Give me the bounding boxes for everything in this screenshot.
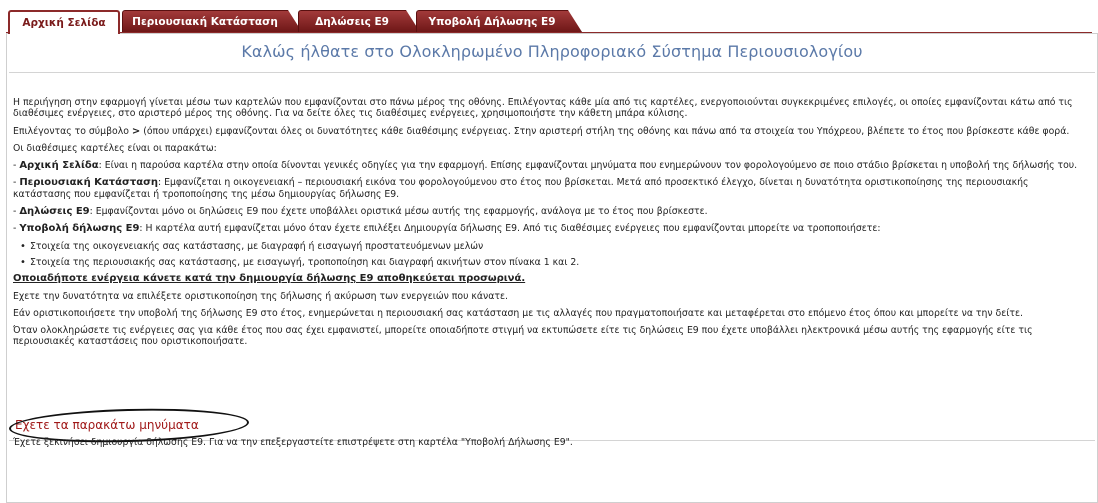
tab-home[interactable]: Αρχική Σελίδα (8, 10, 120, 34)
tab-desc-home: - Αρχική Σελίδα: Είναι η παρούσα καρτέλα… (13, 160, 1078, 172)
list-item: Στοιχεία της περιουσιακής σας κατάστασης… (20, 257, 1089, 269)
after-paragraph-3: Όταν ολοκληρώσετε τις ενέργειες σας για … (13, 325, 1033, 348)
tab-desc-declarations-name: Δηλώσεις Ε9 (19, 206, 90, 218)
tab-desc-declarations: - Δηλώσεις Ε9: Εμφανίζονται μόνο οι δηλώ… (13, 206, 708, 218)
tab-e9-declarations[interactable]: Δηλώσεις Ε9 (298, 10, 420, 32)
title-divider (9, 72, 1095, 73)
intro-paragraph-2: Επιλέγοντας το σύμβολο > (όπου υπάρχει) … (13, 126, 1089, 137)
temporary-save-warning: Οποιαδήποτε ενέργεια κάνετε κατά την δημ… (13, 273, 526, 285)
tab-desc-property: - Περιουσιακή Κατάσταση: Εμφανίζεται η ο… (13, 177, 1029, 200)
tab-desc-property-name: Περιουσιακή Κατάσταση (19, 177, 159, 189)
intro-p2-before: Επιλέγοντας το σύμβολο (13, 125, 129, 137)
tab-property-status[interactable]: Περιουσιακή Κατάσταση (122, 10, 302, 32)
list-item: Στοιχεία της οικογενειακής σας κατάσταση… (20, 241, 1089, 253)
after-paragraph-1: Εχετε την δυνατότητα να επιλέξετε οριστι… (13, 290, 508, 302)
messages-header: Εχετε τα παρακάτω μηνύματα (15, 418, 199, 432)
app-frame: Αρχική Σελίδα Περιουσιακή Κατάσταση Δηλώ… (0, 0, 1098, 503)
expand-symbol: > (131, 125, 141, 137)
tab-desc-home-name: Αρχική Σελίδα (19, 160, 99, 172)
intro-p2-after: (όπου υπάρχει) εμφανίζονται όλες οι δυνα… (143, 125, 1070, 137)
tab-bar: Αρχική Σελίδα Περιουσιακή Κατάσταση Δηλώ… (0, 0, 1098, 34)
tab-desc-submit: - Υποβολή δήλωσης Ε9: Η καρτέλα αυτή εμφ… (13, 223, 881, 235)
tab-desc-declarations-text: : Εμφανίζονται μόνο οι δηλώσεις Ε9 που έ… (89, 206, 708, 218)
intro-paragraph-1: Η περιήγηση στην εφαρμογή γίνεται μέσω τ… (13, 97, 1073, 120)
tab-desc-property-text: : Εμφανίζεται η οικογενειακή – περιουσια… (13, 177, 1029, 200)
message-text: Έχετε ξεκινήσει δημιουργία δήλωσης Ε9. Γ… (13, 437, 573, 448)
tab-desc-home-text: : Είναι η παρούσα καρτέλα στην οποία δίν… (98, 160, 1078, 172)
page-title: Καλώς ήλθατε στο Ολοκληρωμένο Πληροφορια… (241, 42, 863, 61)
after-paragraph-2: Εάν οριστικοποιήσετε την υποβολή της δήλ… (13, 307, 1023, 319)
tab-desc-submit-text: : Η καρτέλα αυτή εμφανίζεται μόνο όταν έ… (139, 223, 881, 235)
instructions: Η περιήγηση στην εφαρμογή γίνεται μέσω τ… (13, 97, 1089, 354)
tab-submit-e9[interactable]: Υποβολή Δήλωσης Ε9 (416, 10, 582, 32)
tab-desc-submit-name: Υποβολή δήλωσης Ε9 (19, 223, 140, 235)
content-panel: Καλώς ήλθατε στο Ολοκληρωμένο Πληροφορια… (6, 33, 1098, 503)
intro-paragraph-3: Οι διαθέσιμες καρτέλες είναι οι παρακάτω… (13, 142, 217, 154)
editable-items-list: Στοιχεία της οικογενειακής σας κατάσταση… (13, 241, 1089, 269)
